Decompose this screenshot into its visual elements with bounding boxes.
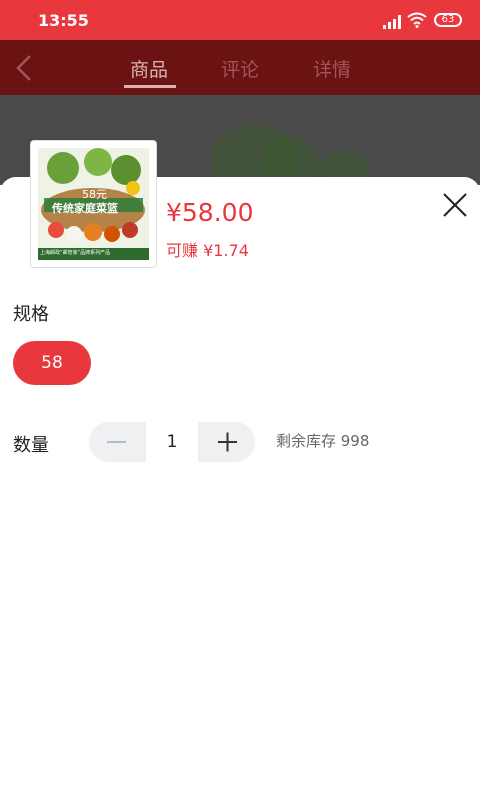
status-bar: 13:55 63 (0, 0, 480, 40)
tab-reviews[interactable]: 评论 (221, 55, 259, 82)
active-tab-indicator (124, 85, 176, 88)
product-nav-bar: 商品 评论 详情 (0, 40, 480, 95)
increase-quantity-button[interactable] (200, 422, 255, 462)
vegetable-basket-image: 58元 传统家庭菜篮 上海邮政“邮管家”品牌系列产品 (38, 148, 149, 260)
spec-selection-sheet (0, 177, 480, 800)
image-title-text: 传统家庭菜篮 (52, 202, 118, 215)
commission-earn: 可赚 ¥1.74 (166, 241, 249, 260)
quantity-value[interactable]: 1 (146, 422, 198, 462)
tab-product[interactable]: 商品 (130, 55, 168, 82)
tab-details[interactable]: 详情 (313, 55, 351, 82)
image-brand-text: 上海邮政“邮管家”品牌系列产品 (40, 250, 111, 256)
close-icon[interactable] (442, 192, 468, 222)
product-thumbnail: 58元 传统家庭菜篮 上海邮政“邮管家”品牌系列产品 (30, 140, 157, 268)
quantity-stepper: 1 (89, 422, 255, 462)
battery-indicator: 63 (434, 13, 462, 27)
status-time: 13:55 (38, 11, 89, 30)
signal-icon (383, 14, 403, 33)
product-price: ¥58.00 (166, 198, 254, 227)
decrease-quantity-button[interactable] (89, 422, 144, 462)
spec-option-58[interactable]: 58 (13, 341, 91, 385)
stock-remaining: 剩余库存 998 (276, 432, 370, 450)
quantity-label: 数量 (13, 435, 49, 456)
back-arrow-icon[interactable] (12, 53, 36, 87)
spec-label: 规格 (13, 304, 49, 325)
wifi-icon (407, 12, 427, 32)
